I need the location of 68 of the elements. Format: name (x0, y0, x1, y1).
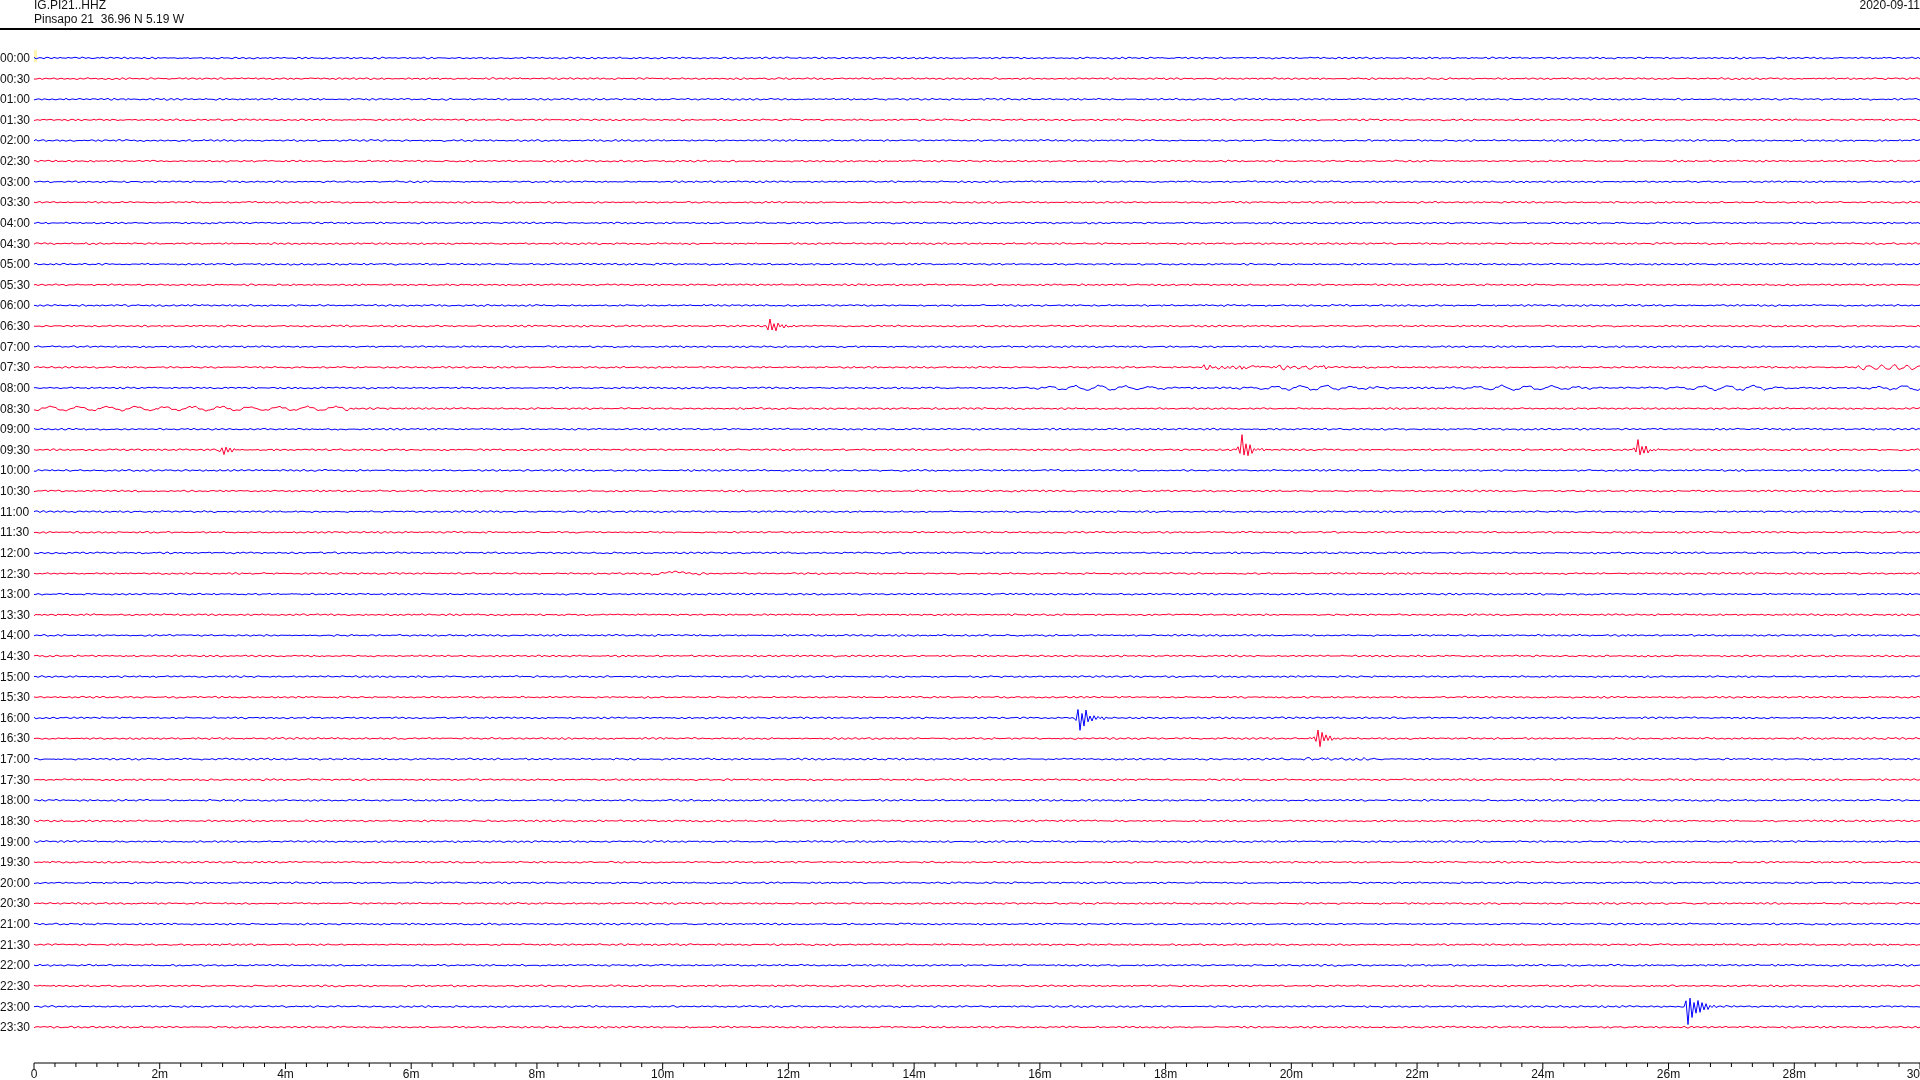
axis-tick-label: 20m (1279, 1067, 1303, 1080)
time-label: 15:00 (0, 669, 31, 684)
time-label: 09:00 (0, 422, 31, 437)
axis-tick-label: 14m (902, 1067, 926, 1080)
axis-tick-label: 28m (1782, 1067, 1806, 1080)
time-label: 07:00 (0, 339, 31, 354)
axis-tick-label: 4m (277, 1067, 294, 1080)
time-label: 04:00 (0, 215, 31, 230)
time-label: 14:00 (0, 628, 31, 643)
start-marker (34, 50, 37, 62)
axis-tick-label: 24m (1531, 1067, 1555, 1080)
time-label: 20:00 (0, 875, 31, 890)
time-label: 05:30 (0, 277, 31, 292)
axis-tick-label: 30 (1906, 1067, 1920, 1080)
time-label: 22:00 (0, 958, 31, 973)
time-label: 10:00 (0, 463, 31, 478)
time-label: 11:30 (0, 525, 30, 540)
time-label: 12:30 (0, 566, 31, 581)
time-label: 19:30 (0, 855, 31, 870)
time-label: 02:30 (0, 154, 31, 169)
time-label: 06:00 (0, 298, 31, 313)
time-label: 07:30 (0, 360, 31, 375)
axis-tick-label: 16m (1028, 1067, 1052, 1080)
time-label: 22:30 (0, 978, 31, 993)
time-label: 13:30 (0, 607, 31, 622)
time-label: 21:30 (0, 937, 31, 952)
time-label: 13:00 (0, 587, 31, 602)
time-label: 04:30 (0, 236, 31, 251)
axis-tick-label: 8m (528, 1067, 546, 1080)
time-label: 02:00 (0, 133, 31, 148)
time-label: 17:00 (0, 752, 31, 767)
time-label: 18:30 (0, 813, 31, 828)
axis-tick-label: 22m (1405, 1067, 1429, 1080)
time-label: 00:00 (0, 51, 31, 65)
time-label: 12:00 (0, 545, 31, 560)
time-label: 01:00 (0, 92, 31, 107)
time-label: 06:30 (0, 319, 31, 334)
time-label: 01:30 (0, 112, 31, 127)
station-code: IG.PI21..HHZ (34, 0, 108, 12)
time-label: 20:30 (0, 896, 31, 911)
time-label: 19:00 (0, 834, 31, 849)
time-label: 23:00 (0, 999, 31, 1014)
time-label: 18:00 (0, 793, 31, 808)
axis-tick-label: 10m (651, 1067, 675, 1080)
axis-tick-label: 26m (1656, 1067, 1681, 1080)
time-label: 15:30 (0, 690, 31, 705)
time-label: 14:30 (0, 649, 31, 663)
axis-tick-label: 12m (776, 1067, 801, 1080)
time-label: 17:30 (0, 772, 31, 787)
date-label: 2020-09-11 (1859, 0, 1920, 12)
time-label: 11:00 (0, 504, 30, 519)
time-label: 08:30 (0, 401, 31, 416)
time-label: 21:00 (0, 917, 31, 932)
time-label: 10:30 (0, 484, 31, 498)
time-label: 00:30 (0, 71, 31, 86)
station-location: Pinsapo 21 36.96 N 5.19 W (34, 12, 185, 26)
time-label: 16:00 (0, 710, 31, 725)
axis-tick-label: 6m (402, 1067, 420, 1080)
axis-tick-label: 0 (30, 1067, 38, 1080)
axis-tick-label: 18m (1153, 1067, 1178, 1080)
time-label: 23:30 (0, 1020, 31, 1035)
time-label: 03:30 (0, 195, 31, 210)
time-label: 09:30 (0, 442, 31, 457)
time-label: 05:00 (0, 257, 31, 272)
time-label: 08:00 (0, 380, 31, 395)
axis-tick-label: 2m (151, 1067, 169, 1080)
time-label: 03:00 (0, 174, 31, 189)
time-label: 16:30 (0, 731, 31, 746)
